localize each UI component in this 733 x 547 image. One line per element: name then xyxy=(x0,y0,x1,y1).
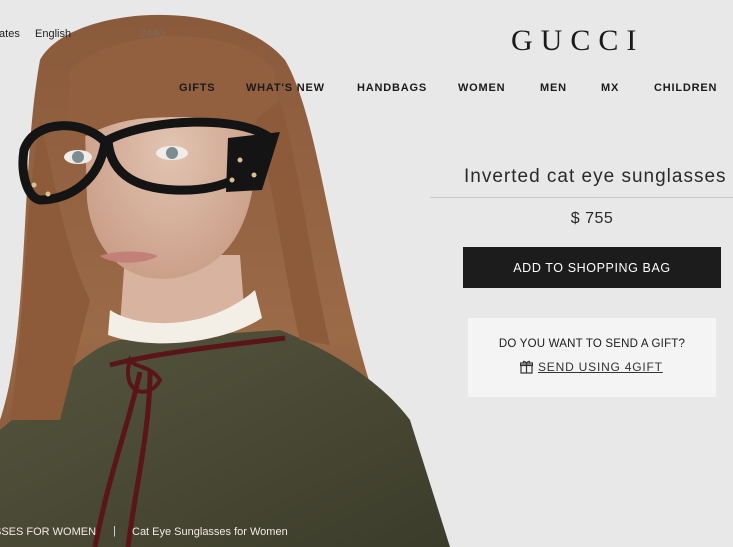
language-selector[interactable]: English xyxy=(35,28,71,40)
send-gift-label[interactable]: SEND USING 4GIFT xyxy=(538,360,663,374)
nav-item-women[interactable]: WOMEN xyxy=(458,82,505,94)
nav-item-mx[interactable]: MX xyxy=(601,82,619,94)
main-nav: GIFTS WHAT'S NEW HANDBAGS WOMEN MEN MX C… xyxy=(0,82,733,98)
gift-panel: DO YOU WANT TO SEND A GIFT? SEND USING 4… xyxy=(468,318,716,397)
breadcrumb-item[interactable]: Cat Eye Sunglasses for Women xyxy=(132,526,288,538)
nav-item-handbags[interactable]: HANDBAGS xyxy=(357,82,427,94)
product-title: Inverted cat eye sunglasses xyxy=(430,166,733,198)
gift-icon xyxy=(519,360,534,374)
brand-logo[interactable]: GUCCI xyxy=(511,24,681,58)
country-selector[interactable]: tates xyxy=(0,28,20,40)
phone-number[interactable]: 2440 xyxy=(140,28,164,40)
breadcrumb-item[interactable]: SSES FOR WOMEN xyxy=(0,526,96,538)
nav-item-gifts[interactable]: GIFTS xyxy=(179,82,215,94)
nav-item-children[interactable]: CHILDREN xyxy=(654,82,717,94)
gift-question: DO YOU WANT TO SEND A GIFT? xyxy=(498,338,686,350)
add-to-bag-button[interactable]: ADD TO SHOPPING BAG xyxy=(463,247,721,288)
breadcrumb-separator: | xyxy=(113,525,116,537)
nav-item-whats-new[interactable]: WHAT'S NEW xyxy=(246,82,325,94)
product-price: $ 755 xyxy=(570,210,614,227)
send-gift-link[interactable]: SEND USING 4GIFT xyxy=(519,360,663,374)
nav-item-men[interactable]: MEN xyxy=(540,82,567,94)
